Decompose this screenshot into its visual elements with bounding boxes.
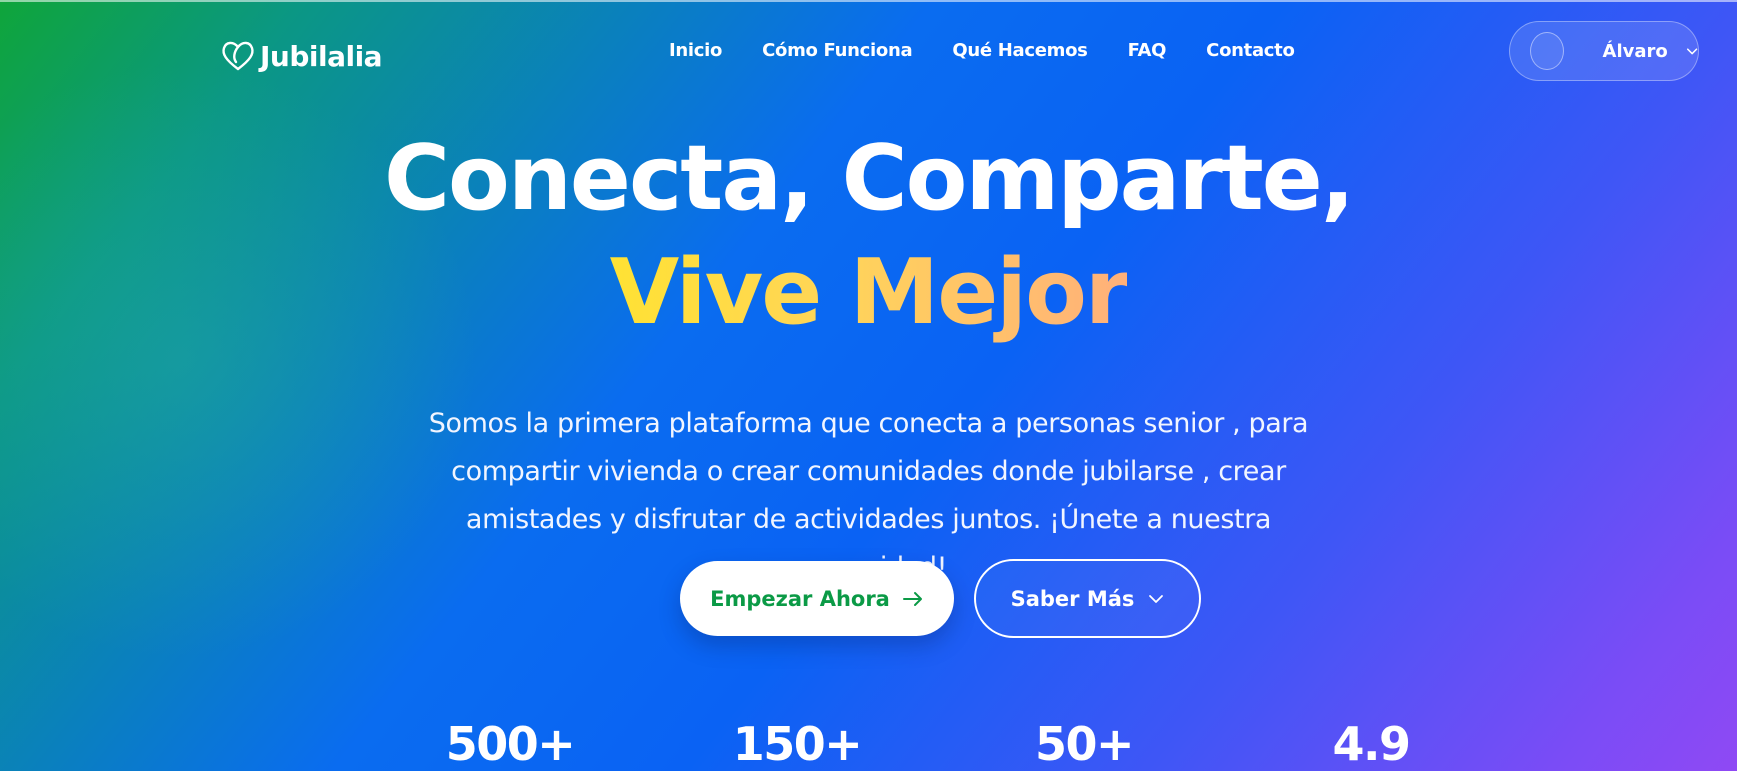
nav-item-inicio[interactable]: Inicio	[669, 40, 722, 61]
stat-value: 500+	[445, 717, 576, 771]
stat-value: 4.9	[1332, 717, 1412, 771]
stat-value: 150+	[732, 717, 863, 771]
brand-logo[interactable]: Jubilalia	[220, 38, 383, 74]
hero-headline-line2: Vive Mejor	[0, 238, 1737, 348]
chevron-down-icon	[1686, 48, 1698, 55]
avatar	[1530, 32, 1564, 70]
main-nav: Inicio Cómo Funciona Qué Hacemos FAQ Con…	[669, 40, 1295, 61]
hero-section: Jubilalia Inicio Cómo Funciona Qué Hacem…	[0, 0, 1737, 771]
learn-more-button[interactable]: Saber Más	[974, 559, 1201, 638]
nav-item-faq[interactable]: FAQ	[1128, 40, 1167, 61]
nav-item-contacto[interactable]: Contacto	[1206, 40, 1295, 61]
learn-more-label: Saber Más	[1010, 586, 1135, 611]
chevron-down-icon	[1149, 594, 1164, 603]
nav-item-que-hacemos[interactable]: Qué Hacemos	[952, 40, 1088, 61]
nav-item-como-funciona[interactable]: Cómo Funciona	[762, 40, 913, 61]
start-now-button[interactable]: Empezar Ahora	[680, 561, 954, 636]
arrow-right-icon	[902, 591, 922, 606]
hero-headline-highlight: Vive Mejor	[609, 240, 1130, 345]
heart-outline-icon	[222, 41, 254, 71]
brand-name: Jubilalia	[260, 39, 383, 73]
start-now-label: Empezar Ahora	[710, 586, 890, 611]
hero-headline-line1: Conecta, Comparte,	[383, 126, 1355, 231]
user-menu-button[interactable]: Álvaro	[1509, 21, 1699, 81]
user-name: Álvaro	[1602, 40, 1668, 62]
top-border	[0, 0, 1737, 2]
stat-value: 50+	[1034, 717, 1135, 771]
